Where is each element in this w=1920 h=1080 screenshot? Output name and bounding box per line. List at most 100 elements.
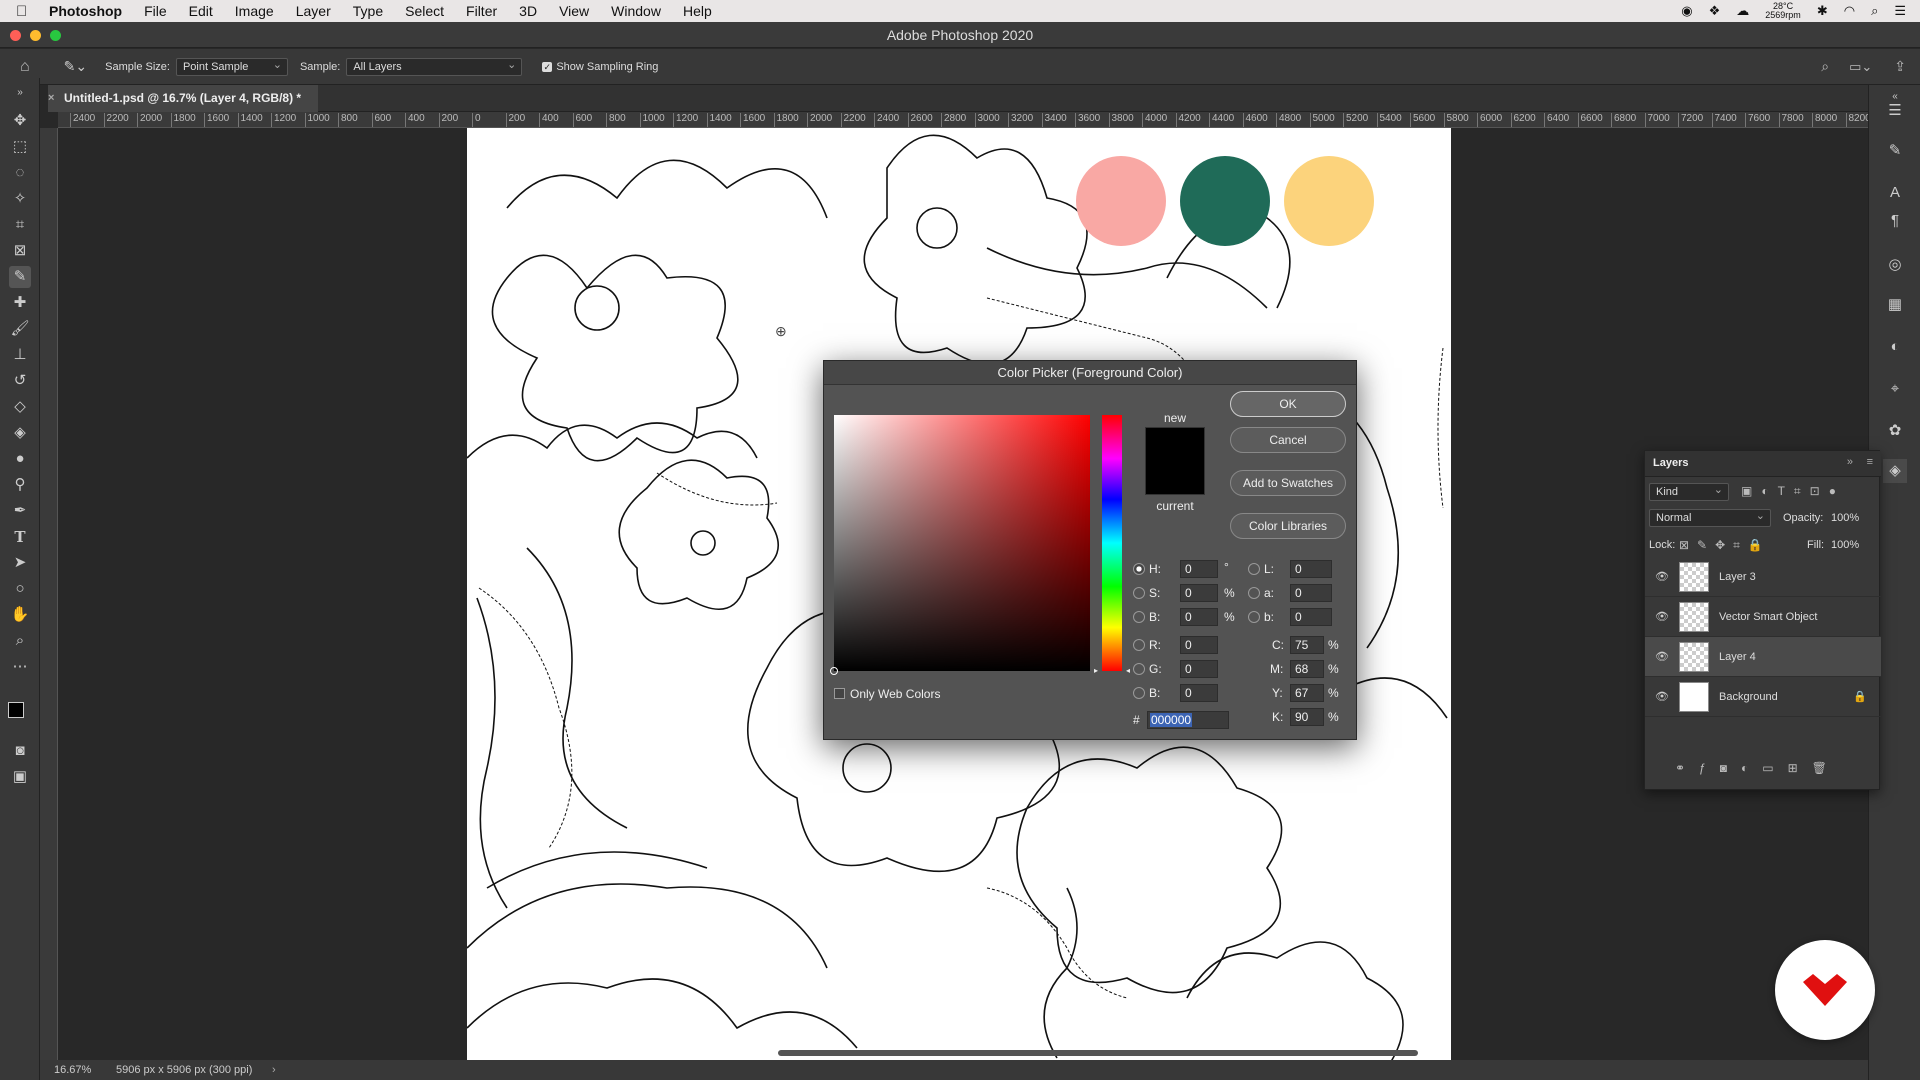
search-icon[interactable]: ⌕ xyxy=(1821,58,1829,75)
sample-size-dropdown[interactable]: Point Sample xyxy=(175,57,288,76)
brightness-input[interactable]: 0 xyxy=(1180,608,1218,626)
bluetooth-icon[interactable]: ✱ xyxy=(1817,3,1828,19)
blend-mode-dropdown[interactable]: Normal xyxy=(1649,508,1771,527)
crop-tool-icon[interactable]: ⌗ xyxy=(9,214,31,236)
hex-input[interactable]: 000000 xyxy=(1147,711,1229,729)
ok-button[interactable]: OK xyxy=(1230,391,1346,417)
web-colors-checkbox[interactable] xyxy=(834,688,845,699)
marquee-tool-icon[interactable]: ⬚ xyxy=(9,136,31,158)
brush-tool-icon[interactable]: 🖌 xyxy=(9,318,31,340)
sampling-ring-checkbox[interactable]: ✓ xyxy=(542,61,553,72)
status-chevron-icon[interactable]: › xyxy=(272,1060,276,1080)
layers-panel-title[interactable]: Layers xyxy=(1653,457,1688,469)
adjustments-icon[interactable]: ◐ xyxy=(1883,335,1907,359)
opacity-value[interactable]: 100% xyxy=(1831,512,1859,524)
color-field-marker[interactable] xyxy=(830,667,838,675)
menu-3d[interactable]: 3D xyxy=(508,3,548,19)
saturation-input[interactable]: 0 xyxy=(1180,584,1218,602)
lab-a-radio[interactable] xyxy=(1248,587,1260,599)
record-icon[interactable]: ◉ xyxy=(1681,3,1692,19)
hue-slider-handle-right[interactable]: ◂ xyxy=(1126,666,1130,675)
visibility-eye-icon[interactable]: 👁 xyxy=(1655,557,1669,597)
layer-row[interactable]: 👁 Background 🔒 xyxy=(1645,677,1881,717)
properties-icon[interactable]: ☰ xyxy=(1883,99,1907,123)
menu-edit[interactable]: Edit xyxy=(178,3,224,19)
lab-l-radio[interactable] xyxy=(1248,563,1260,575)
filter-icons[interactable]: ▣◐T⌗⊡● xyxy=(1741,484,1845,499)
brush-settings-icon[interactable]: ✎ xyxy=(1883,139,1907,163)
add-to-swatches-button[interactable]: Add to Swatches xyxy=(1230,470,1346,496)
history-brush-icon[interactable]: ↺ xyxy=(9,370,31,392)
yellow-input[interactable]: 67 xyxy=(1290,684,1324,702)
saturation-radio[interactable] xyxy=(1133,587,1145,599)
dropbox-icon[interactable]: ❖ xyxy=(1709,3,1721,19)
color-panel-icon[interactable]: ✿ xyxy=(1883,419,1907,443)
magic-wand-tool-icon[interactable]: ✧ xyxy=(9,188,31,210)
cancel-button[interactable]: Cancel xyxy=(1230,427,1346,453)
frame-tool-icon[interactable]: ⊠ xyxy=(9,240,31,262)
layer-action-icons[interactable]: ⚭ƒ◙◐▭⊞🗑 xyxy=(1675,761,1841,775)
eyedropper-tool-icon[interactable]: ✎ xyxy=(9,266,31,288)
saturation-brightness-field[interactable] xyxy=(830,415,1090,675)
navigator-icon[interactable]: ◎ xyxy=(1883,253,1907,277)
filter-kind-dropdown[interactable]: Kind xyxy=(1649,482,1729,501)
menu-help[interactable]: Help xyxy=(672,3,723,19)
menu-file[interactable]: File xyxy=(133,3,178,19)
more-tools-icon[interactable]: ⋯ xyxy=(9,656,31,678)
fill-value[interactable]: 100% xyxy=(1831,539,1859,551)
paragraph-icon[interactable]: ¶ xyxy=(1883,209,1907,233)
ellipse-tool-icon[interactable]: ○ xyxy=(9,578,31,600)
workspace-icon[interactable]: ▭⌄ xyxy=(1849,59,1872,75)
menu-layer[interactable]: Layer xyxy=(285,3,342,19)
brightness-radio[interactable] xyxy=(1133,611,1145,623)
home-icon[interactable]: ⌂ xyxy=(20,58,30,76)
black-input[interactable]: 90 xyxy=(1290,708,1324,726)
menu-filter[interactable]: Filter xyxy=(455,3,508,19)
eraser-tool-icon[interactable]: ◇ xyxy=(9,396,31,418)
zoom-level[interactable]: 16.67% xyxy=(54,1060,91,1080)
screen-mode-icon[interactable]: ▣ xyxy=(9,766,31,788)
layer-row[interactable]: 👁 Vector Smart Object xyxy=(1645,597,1881,637)
lab-l-input[interactable]: 0 xyxy=(1290,560,1332,578)
lock-icon[interactable]: 🔒 xyxy=(1853,677,1867,717)
type-tool-icon[interactable]: T xyxy=(9,526,31,548)
share-icon[interactable]: ⇪ xyxy=(1894,58,1906,75)
green-input[interactable]: 0 xyxy=(1180,660,1218,678)
visibility-eye-icon[interactable]: 👁 xyxy=(1655,637,1669,677)
hue-slider-handle-left[interactable]: ▸ xyxy=(1094,666,1098,675)
sample-dropdown[interactable]: All Layers xyxy=(346,57,523,76)
hand-tool-icon[interactable]: ✋ xyxy=(9,604,31,626)
close-window-icon[interactable] xyxy=(10,30,21,41)
wifi-icon[interactable]: ◠ xyxy=(1844,3,1855,19)
hue-input[interactable]: 0 xyxy=(1180,560,1218,578)
lock-icons[interactable]: ⊠✎✥⌗🔒 xyxy=(1679,538,1771,553)
red-input[interactable]: 0 xyxy=(1180,636,1218,654)
pen-tool-icon[interactable]: ✒ xyxy=(9,500,31,522)
blue-radio[interactable] xyxy=(1133,687,1145,699)
paths-icon[interactable]: ⌖ xyxy=(1883,377,1907,401)
panel-menu-icon[interactable]: ≡ xyxy=(1867,456,1873,468)
document-tab[interactable]: × Untitled-1.psd @ 16.7% (Layer 4, RGB/8… xyxy=(48,85,318,112)
dodge-tool-icon[interactable]: ⚲ xyxy=(9,474,31,496)
move-tool-icon[interactable]: ✥ xyxy=(9,110,31,132)
horizontal-scrollbar[interactable] xyxy=(778,1050,1418,1056)
notification-icon[interactable]: ☰ xyxy=(1894,3,1906,19)
menu-window[interactable]: Window xyxy=(600,3,672,19)
collapse-tools-icon[interactable]: » xyxy=(9,82,31,104)
lab-b-input[interactable]: 0 xyxy=(1290,608,1332,626)
apple-icon[interactable]:  xyxy=(16,3,38,20)
blue-input[interactable]: 0 xyxy=(1180,684,1218,702)
green-radio[interactable] xyxy=(1133,663,1145,675)
eyedropper-preset-icon[interactable]: ✎⌄ xyxy=(64,58,87,75)
layer-row[interactable]: 👁 Layer 4 xyxy=(1645,637,1881,677)
color-libraries-button[interactable]: Color Libraries xyxy=(1230,513,1346,539)
zoom-tool-icon[interactable]: ⌕ xyxy=(9,630,31,652)
stamp-tool-icon[interactable]: ⊥ xyxy=(9,344,31,366)
swatches-panel-icon[interactable]: ▦ xyxy=(1883,293,1907,317)
temperature-widget[interactable]: 28°C 2569rpm xyxy=(1765,2,1801,20)
red-radio[interactable] xyxy=(1133,639,1145,651)
healing-tool-icon[interactable]: ✚ xyxy=(9,292,31,314)
hue-slider[interactable]: ▸ ◂ xyxy=(1094,415,1130,675)
minimize-window-icon[interactable] xyxy=(30,30,41,41)
close-tab-icon[interactable]: × xyxy=(48,85,54,112)
